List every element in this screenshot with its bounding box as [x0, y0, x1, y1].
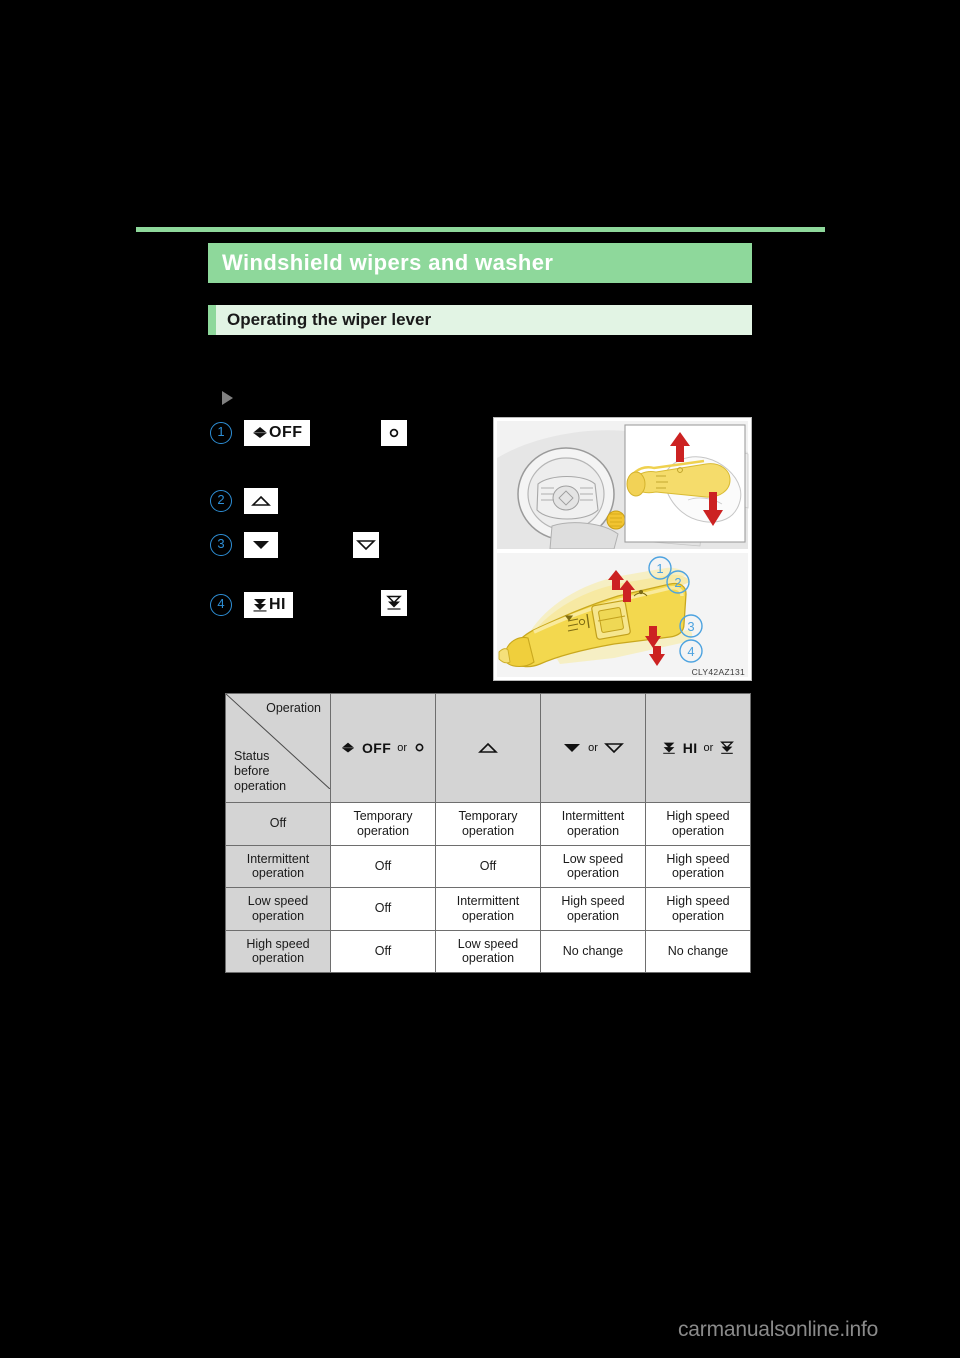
row-axis-line-3: operation	[234, 779, 287, 793]
wiper-off-icon: OFF	[244, 420, 310, 446]
triangle-down-filled-icon	[562, 741, 582, 755]
manual-page: Windshield wipers and washer Operating t…	[0, 0, 960, 1358]
table-cell: Low speed operation	[540, 844, 646, 888]
row-status-label: Low speed operation	[225, 887, 331, 931]
table-cell: Low speed operation	[435, 929, 541, 973]
illustration-caption: CLY42AZ131	[691, 667, 745, 677]
triangle-down-filled-icon	[244, 532, 278, 558]
table-cell: Temporary operation	[330, 802, 436, 846]
table-cell: No change	[540, 929, 646, 973]
mist-dot-icon	[413, 741, 426, 754]
column-axis-label: Operation	[266, 701, 321, 715]
triangle-down-outline-icon	[353, 532, 379, 558]
wiper-hi-double-chevron-icon	[719, 740, 735, 756]
subsection-heading: Operating the wiper lever	[208, 305, 752, 335]
svg-text:1: 1	[656, 561, 663, 576]
table-header-row: Operation Status before operation OFF or…	[225, 693, 751, 803]
wiper-lever-illustration: 1 2 3 4 CLY42AZ131	[493, 417, 752, 681]
row-status-label: Off	[225, 802, 331, 846]
step-number-badge: 3	[210, 534, 232, 556]
row-status-label: Intermittent operation	[225, 844, 331, 888]
row-axis-line-2: before	[234, 764, 270, 778]
table-cell: Intermittent operation	[540, 802, 646, 846]
column-header-label: OFF	[362, 739, 392, 756]
column-header-or: or	[703, 741, 714, 754]
table-cell: Intermittent operation	[435, 887, 541, 931]
table-row: Intermittent operation Off Off Low speed…	[225, 844, 751, 888]
table-cell: Off	[330, 929, 436, 973]
table-row: High speed operation Off Low speed opera…	[225, 929, 751, 973]
table-row: Low speed operation Off Intermittent ope…	[225, 887, 751, 931]
site-watermark: carmanualsonline.info	[678, 1318, 879, 1341]
table-cell: No change	[645, 929, 751, 973]
table-cell: Temporary operation	[435, 802, 541, 846]
triangle-down-outline-icon	[603, 741, 624, 755]
list-item-step-2: 2	[210, 488, 278, 514]
table-cell: Off	[330, 887, 436, 931]
table-column-header-hi: HI or	[645, 693, 751, 803]
table-cell: High speed operation	[645, 844, 751, 888]
step-number-badge: 2	[210, 490, 232, 512]
triangle-up-outline-icon	[478, 741, 498, 755]
table-cell: High speed operation	[645, 802, 751, 846]
table-column-header-down: or	[540, 693, 646, 803]
list-item-step-1: 1 OFF	[210, 420, 310, 446]
table-column-header-off: OFF or	[330, 693, 436, 803]
table-row: Off Temporary operation Temporary operat…	[225, 802, 751, 846]
svg-text:2: 2	[674, 575, 681, 590]
list-item-step-4: 4 HI	[210, 592, 293, 618]
column-header-or: or	[588, 741, 598, 754]
step-number-badge: 4	[210, 594, 232, 616]
header-rule	[136, 227, 825, 232]
column-header-label: HI	[682, 739, 698, 756]
wiper-hi-double-chevron-icon	[381, 590, 407, 616]
step-1-label: OFF	[269, 424, 303, 441]
wiper-off-icon	[340, 740, 356, 756]
table-cell: Off	[435, 844, 541, 888]
table-cell: High speed operation	[540, 887, 646, 931]
mist-dot-icon	[381, 420, 407, 446]
step-number-badge: 1	[210, 422, 232, 444]
subsection-title: Operating the wiper lever	[227, 310, 432, 329]
row-status-label: High speed operation	[225, 929, 331, 973]
triangle-up-outline-icon	[244, 488, 278, 514]
svg-text:3: 3	[687, 619, 694, 634]
list-item-step-3: 3	[210, 532, 278, 558]
page-title-bar: Windshield wipers and washer	[208, 243, 752, 283]
table-cell: High speed operation	[645, 887, 751, 931]
page-title: Windshield wipers and washer	[222, 250, 554, 275]
column-header-or: or	[397, 741, 407, 754]
table-cell: Off	[330, 844, 436, 888]
triangle-right-bullet-icon	[222, 391, 233, 405]
wiper-hi-icon	[661, 740, 677, 756]
operation-status-table: Operation Status before operation OFF or…	[225, 693, 751, 973]
step-4-label: HI	[269, 596, 286, 613]
table-column-header-up	[435, 693, 541, 803]
row-axis-line-1: Status	[234, 749, 270, 763]
row-axis-label: Status before operation	[234, 749, 286, 794]
svg-text:4: 4	[687, 644, 694, 659]
wiper-hi-icon: HI	[244, 592, 293, 618]
table-corner-cell: Operation Status before operation	[225, 693, 331, 803]
